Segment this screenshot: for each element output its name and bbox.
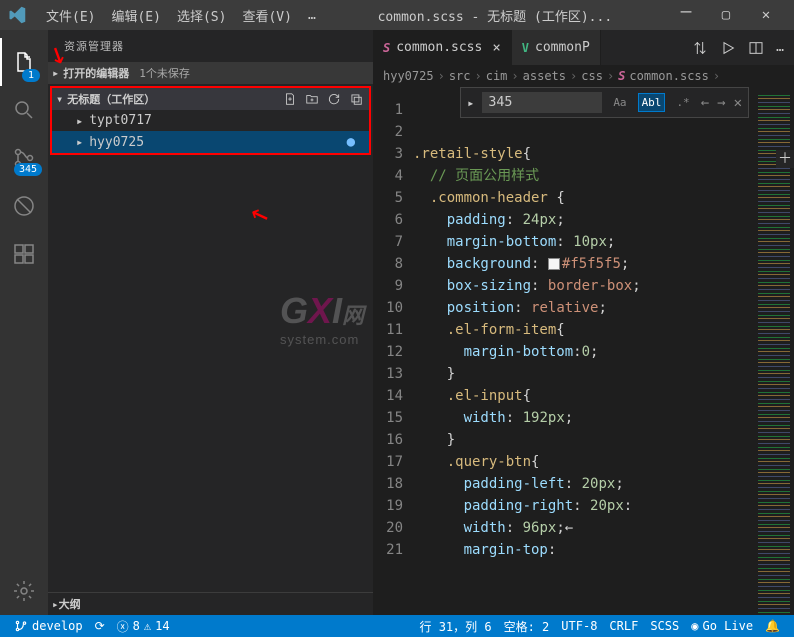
errors-count[interactable]: ⓧ8 ⚠14	[111, 618, 176, 635]
open-editors-note: 1个未保存	[139, 65, 190, 81]
indent[interactable]: 空格: 2	[498, 618, 556, 635]
match-word-option[interactable]: Abl	[638, 93, 666, 112]
crumb[interactable]: assets	[523, 69, 566, 83]
chevron-down-icon: ▾	[56, 92, 63, 106]
window-title: common.scss - 无标题 (工作区)...	[324, 6, 666, 25]
close-tab-icon[interactable]: ×	[492, 40, 500, 56]
sidebar-title: 资源管理器	[48, 30, 373, 62]
more-icon[interactable]: …	[776, 40, 784, 55]
extensions-icon[interactable]	[0, 230, 48, 278]
minimize-button[interactable]: —	[666, 1, 706, 22]
folder-name: typt0717	[89, 113, 152, 128]
scm-badge: 345	[14, 163, 42, 176]
open-editors-label: 打开的编辑器	[63, 65, 129, 81]
match-case-option[interactable]: Aa	[610, 94, 629, 111]
toggle-replace-icon[interactable]: ▸	[467, 96, 474, 110]
line-gutter: 123456789101112131415161718192021	[373, 95, 413, 615]
regex-option[interactable]: .*	[673, 94, 692, 111]
error-icon: ⓧ	[117, 618, 129, 635]
explorer-badge: 1	[22, 69, 40, 82]
menu-file[interactable]: 文件(E)	[38, 6, 103, 25]
close-find-icon[interactable]: ✕	[734, 95, 742, 111]
run-icon[interactable]	[720, 40, 736, 56]
crumb[interactable]: src	[449, 69, 471, 83]
next-match-icon[interactable]: →	[717, 95, 725, 111]
tab-commonp[interactable]: V commonP	[512, 30, 601, 65]
menu-edit[interactable]: 编辑(E)	[103, 6, 168, 25]
explorer-sidebar: 资源管理器 ▸ 打开的编辑器 1个未保存 ▾ 无标题（工作区） ▸ typt07…	[48, 30, 373, 615]
eol[interactable]: CRLF	[603, 618, 644, 635]
encoding[interactable]: UTF-8	[555, 618, 603, 635]
split-icon[interactable]	[748, 40, 764, 56]
activity-bar: 1 345	[0, 30, 48, 615]
crumb[interactable]: hyy0725	[383, 69, 434, 83]
chevron-right-icon: ▸	[76, 135, 83, 149]
language-mode[interactable]: SCSS	[644, 618, 685, 635]
modified-indicator-icon: ●	[347, 134, 355, 150]
create-file-icon[interactable]: ＋	[776, 150, 794, 168]
sync-button[interactable]: ⟳	[89, 619, 111, 633]
crumb[interactable]: cim	[486, 69, 508, 83]
new-file-icon[interactable]	[283, 92, 297, 106]
title-bar: 文件(E) 编辑(E) 选择(S) 查看(V) … common.scss - …	[0, 0, 794, 30]
git-branch[interactable]: develop	[8, 619, 89, 633]
code-content[interactable]: .retail-style{ // 页面公用样式 .common-header …	[413, 95, 754, 615]
editor-area: S common.scss × V commonP … hyy0725› src…	[373, 30, 794, 615]
notifications[interactable]: 🔔	[759, 618, 786, 635]
close-button[interactable]: ✕	[746, 7, 786, 23]
open-editors-section[interactable]: ▸ 打开的编辑器 1个未保存	[48, 62, 373, 84]
prev-match-icon[interactable]: ←	[701, 95, 709, 111]
debug-icon[interactable]	[0, 182, 48, 230]
collapse-icon[interactable]	[349, 92, 363, 106]
source-control-icon[interactable]: 345	[0, 134, 48, 182]
tab-label: commonP	[535, 40, 590, 55]
outline-label: 大纲	[59, 596, 81, 612]
compare-icon[interactable]	[692, 40, 708, 56]
menu-select[interactable]: 选择(S)	[169, 6, 234, 25]
workspace-folders: ▾ 无标题（工作区） ▸ typt0717 ▸ hyy0725 ●	[50, 86, 371, 155]
code-area[interactable]: 123456789101112131415161718192021 .retai…	[373, 95, 794, 615]
chevron-right-icon: ▸	[76, 114, 83, 128]
chevron-right-icon: ▸	[52, 598, 59, 611]
vscode-icon	[8, 6, 26, 24]
folder-row[interactable]: ▸ typt0717	[52, 110, 369, 131]
menu-more[interactable]: …	[300, 8, 324, 23]
outline-section[interactable]: ▸ 大纲	[48, 592, 373, 615]
explorer-icon[interactable]: 1	[0, 38, 48, 86]
editor-tabs: S common.scss × V commonP …	[373, 30, 794, 65]
menu-view[interactable]: 查看(V)	[234, 6, 299, 25]
go-live[interactable]: ◉Go Live	[685, 618, 759, 635]
workspace-section[interactable]: ▾ 无标题（工作区）	[52, 88, 369, 110]
workspace-label: 无标题（工作区）	[67, 91, 155, 107]
maximize-button[interactable]: ▢	[706, 7, 746, 23]
new-folder-icon[interactable]	[305, 92, 319, 106]
folder-row[interactable]: ▸ hyy0725 ●	[52, 131, 369, 153]
warning-icon: ⚠	[144, 619, 151, 633]
status-bar: develop ⟳ ⓧ8 ⚠14 行 31，列 6 空格: 2 UTF-8 CR…	[0, 615, 794, 637]
broadcast-icon: ◉	[691, 619, 698, 633]
vue-icon: V	[522, 41, 529, 55]
cursor-position[interactable]: 行 31，列 6	[413, 618, 497, 635]
folder-name: hyy0725	[89, 135, 144, 150]
tab-common-scss[interactable]: S common.scss ×	[373, 30, 512, 65]
breadcrumb[interactable]: hyy0725› src› cim› assets› css› S common…	[373, 65, 794, 87]
scss-icon: S	[618, 69, 625, 83]
crumb[interactable]: S common.scss	[618, 69, 709, 83]
refresh-icon[interactable]	[327, 92, 341, 106]
tab-label: common.scss	[396, 40, 482, 55]
crumb[interactable]: css	[581, 69, 603, 83]
find-widget[interactable]: ▸ Aa Abl .* ← → ✕	[460, 87, 749, 118]
scss-icon: S	[383, 41, 390, 55]
find-input[interactable]	[482, 92, 602, 113]
minimap[interactable]	[754, 95, 794, 615]
settings-icon[interactable]	[0, 567, 48, 615]
search-icon[interactable]	[0, 86, 48, 134]
